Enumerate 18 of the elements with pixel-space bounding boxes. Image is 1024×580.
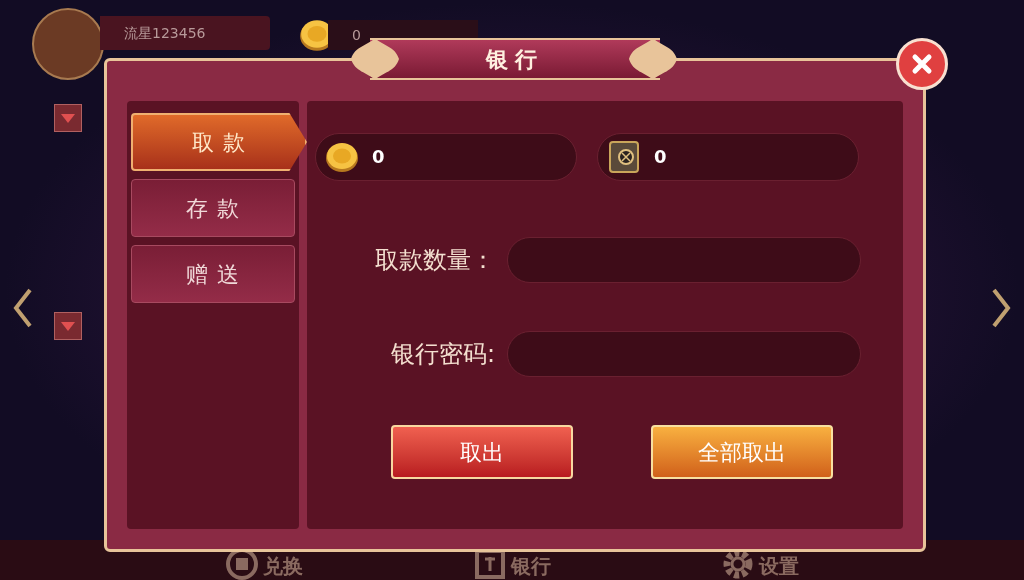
tab[interactable]: 取款 <box>131 113 307 171</box>
player-name-bar: 流星123456 <box>100 16 270 50</box>
withdraw-all-button[interactable]: 全部取出 <box>651 425 833 479</box>
field-label: 取款数量： <box>374 245 495 276</box>
close-icon <box>911 53 933 75</box>
field-label: 银行密码: <box>389 339 495 370</box>
safe-icon <box>606 139 642 175</box>
nav-label[interactable]: 兑换 <box>263 551 303 580</box>
balance-display: 0 <box>315 133 577 181</box>
balance-display: 0 <box>597 133 859 181</box>
tab[interactable]: 赠送 <box>131 245 295 303</box>
input-field[interactable] <box>507 237 861 283</box>
input-field[interactable] <box>507 331 861 377</box>
tab[interactable]: 存款 <box>131 179 295 237</box>
close-button[interactable] <box>896 38 948 90</box>
nav-label[interactable]: 银行 <box>511 551 551 580</box>
nav-label[interactable]: 设置 <box>759 551 799 580</box>
withdraw-button[interactable]: 取出 <box>391 425 573 479</box>
